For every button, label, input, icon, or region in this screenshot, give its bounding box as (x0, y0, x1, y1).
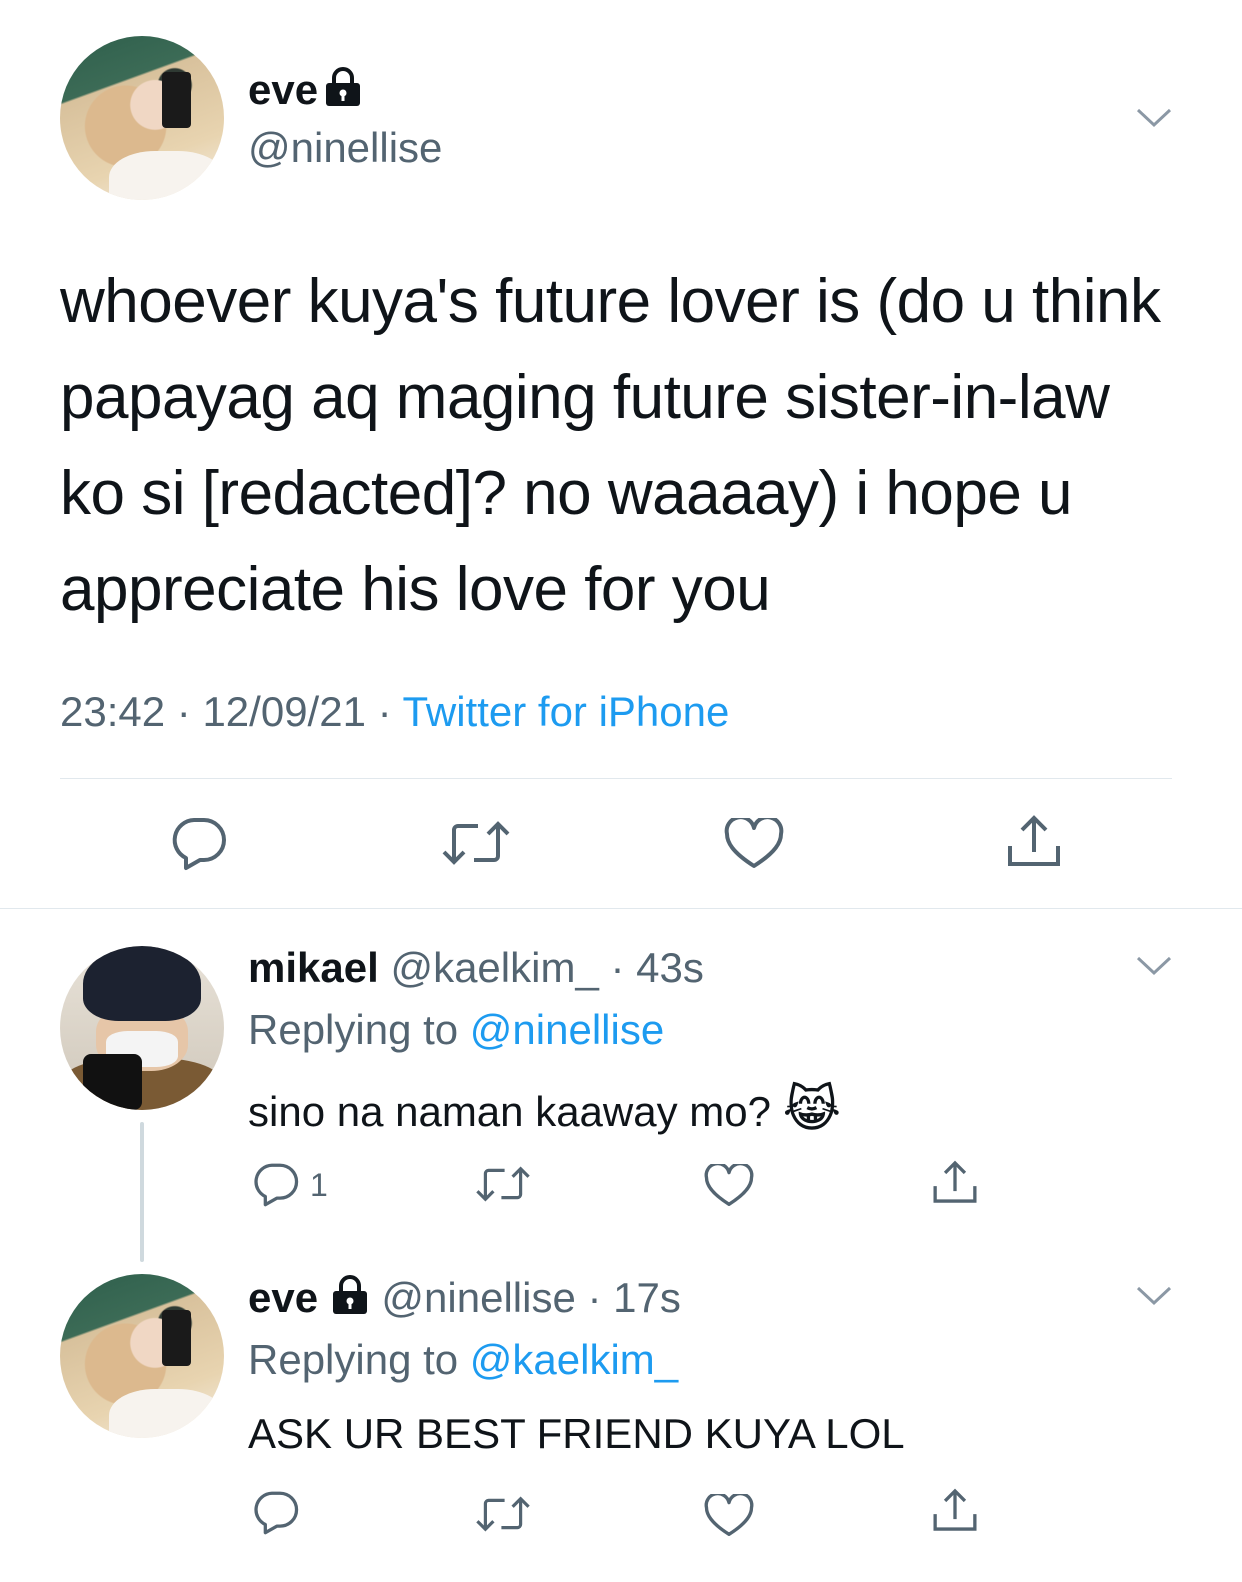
retweet-icon (442, 821, 510, 865)
author-name: eve (248, 66, 319, 113)
reply-button[interactable]: 1 (252, 1162, 328, 1208)
share-button[interactable] (930, 1486, 980, 1534)
crying-laughing-cat-emoji: 😹 (782, 1081, 842, 1137)
reply-text-row: sino na naman kaaway mo? 😹 (248, 1080, 841, 1138)
thread-connector (140, 1122, 144, 1262)
replying-to-handle[interactable]: @kaelkim_ (470, 1336, 678, 1383)
reply-icon (254, 1491, 299, 1535)
share-icon (933, 1488, 977, 1531)
reply-author-handle[interactable]: @ninellise (381, 1274, 575, 1321)
reply-author-name[interactable]: mikael (248, 944, 379, 991)
reply-text: sino na naman kaaway mo? (248, 1088, 771, 1135)
retweet-button[interactable] (440, 818, 512, 868)
lock-icon (330, 1274, 370, 1326)
tweet-text: whoever kuya's future lover is (do u thi… (60, 267, 1161, 624)
share-icon (933, 1160, 977, 1203)
tweet-source-link[interactable]: Twitter for iPhone (403, 688, 730, 735)
like-button[interactable] (724, 818, 784, 870)
reply-author-handle[interactable]: @kaelkim_ (390, 944, 598, 991)
reply-age: 17s (613, 1274, 681, 1321)
share-button[interactable] (930, 1158, 980, 1206)
chevron-down-icon[interactable] (1134, 952, 1174, 983)
retweet-button[interactable] (474, 1164, 532, 1204)
retweet-button[interactable] (474, 1494, 532, 1534)
author-avatar[interactable] (60, 36, 224, 200)
reply-button[interactable] (170, 816, 228, 872)
tweet-time: 23:42 (60, 688, 166, 735)
retweet-icon (476, 1496, 530, 1532)
like-button[interactable] (704, 1164, 754, 1208)
divider (0, 908, 1242, 909)
reply-icon (254, 1163, 299, 1207)
share-button[interactable] (1004, 812, 1064, 870)
heart-icon (704, 1164, 754, 1206)
chevron-down-icon[interactable] (1134, 104, 1174, 135)
replying-label: Replying to (248, 1336, 459, 1383)
reply-icon (172, 818, 226, 870)
author-handle[interactable]: @ninellise (248, 124, 442, 172)
heart-icon (724, 818, 784, 868)
tweet-meta: 23:42 · 12/09/21 · Twitter for iPhone (60, 688, 729, 736)
reply-text: ASK UR BEST FRIEND KUYA LOL (248, 1410, 905, 1457)
retweet-icon (476, 1166, 530, 1202)
divider (60, 778, 1172, 779)
tweet-date: 12/09/21 (202, 688, 366, 735)
heart-icon (704, 1494, 754, 1536)
reply-button[interactable] (252, 1490, 300, 1536)
meta-separator: · (377, 688, 392, 735)
replying-label: Replying to (248, 1006, 459, 1053)
replying-to-handle[interactable]: @ninellise (470, 1006, 664, 1053)
reply-count: 1 (310, 1166, 328, 1203)
reply-age: 43s (636, 944, 704, 991)
replying-to-line: Replying to @ninellise (248, 1006, 664, 1054)
reply-avatar[interactable] (60, 1274, 224, 1438)
reply-header: eve @ninellise · 17s (248, 1274, 681, 1326)
replying-to-line: Replying to @kaelkim_ (248, 1336, 678, 1384)
reply-avatar[interactable] (60, 946, 224, 1110)
meta-separator: · (176, 688, 191, 735)
like-button[interactable] (704, 1494, 754, 1538)
reply-author-name[interactable]: eve (248, 1274, 318, 1321)
lock-icon (323, 66, 363, 113)
reply-header: mikael @kaelkim_ · 43s (248, 944, 704, 991)
share-icon (1008, 815, 1060, 866)
chevron-down-icon[interactable] (1134, 1282, 1174, 1313)
author-name-row[interactable]: eve (248, 66, 363, 114)
